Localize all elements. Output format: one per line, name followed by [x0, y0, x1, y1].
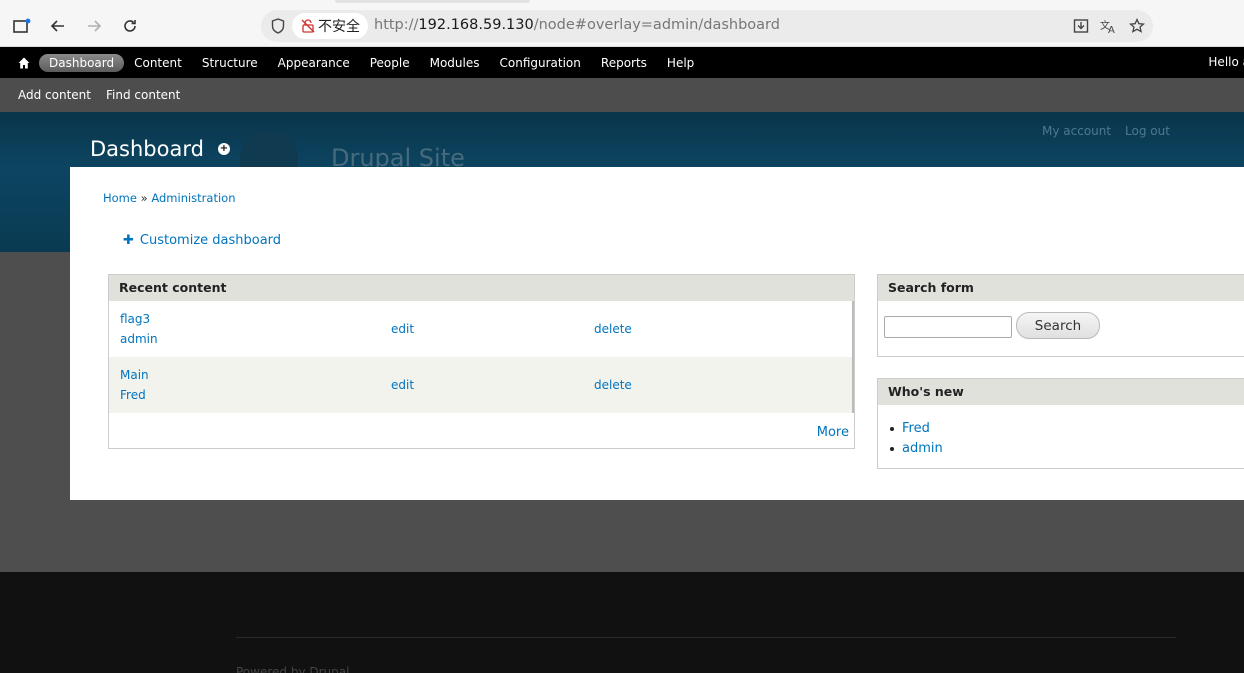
customize-dashboard-link[interactable]: ✚ Customize dashboard — [123, 233, 281, 248]
reload-icon[interactable] — [117, 13, 143, 39]
search-button[interactable]: Search — [1016, 312, 1100, 339]
toolbar-item-people[interactable]: People — [360, 54, 420, 72]
install-app-icon[interactable] — [1071, 16, 1091, 36]
site-footer: Powered by Drupal — [0, 572, 1244, 673]
toolbar-item-structure[interactable]: Structure — [192, 54, 268, 72]
bullet-icon — [890, 447, 894, 451]
toolbar-item-content[interactable]: Content — [124, 54, 192, 72]
toolbar-item-reports[interactable]: Reports — [591, 54, 657, 72]
delete-link[interactable]: delete — [594, 322, 632, 336]
search-input[interactable] — [884, 316, 1012, 338]
shortcut-find-content[interactable]: Find content — [106, 88, 180, 102]
content-author-link[interactable]: Fred — [120, 388, 146, 402]
search-form-block: Search form Search — [877, 274, 1244, 357]
breadcrumb-administration[interactable]: Administration — [151, 191, 235, 205]
user-list: Fred admin — [878, 405, 1244, 459]
url-host: 192.168.59.130 — [418, 17, 534, 33]
back-arrow-icon[interactable] — [45, 13, 71, 39]
svg-text:A: A — [1108, 25, 1115, 34]
powered-by: Powered by Drupal — [236, 665, 350, 673]
insecure-label: 不安全 — [318, 19, 360, 35]
content-title-link[interactable]: Main — [120, 368, 149, 382]
user-greeting[interactable]: Hello a — [1208, 55, 1244, 69]
tab-strip-edge — [335, 0, 530, 3]
edit-link[interactable]: edit — [391, 322, 414, 336]
plus-icon: ✚ — [123, 233, 134, 248]
admin-toolbar: Dashboard Content Structure Appearance P… — [0, 47, 1244, 78]
forward-arrow-icon[interactable] — [81, 13, 107, 39]
content-title-link[interactable]: flag3 — [120, 312, 150, 326]
my-account-link[interactable]: My account — [1042, 124, 1111, 138]
search-form-heading: Search form — [878, 275, 1244, 301]
edit-link[interactable]: edit — [391, 378, 414, 392]
customize-dashboard-label: Customize dashboard — [139, 233, 282, 248]
bookmark-star-icon[interactable] — [1127, 16, 1147, 36]
toolbar-item-configuration[interactable]: Configuration — [490, 54, 591, 72]
address-bar[interactable]: 不安全 http://192.168.59.130/node#overlay=a… — [261, 10, 1153, 42]
logout-link[interactable]: Log out — [1125, 124, 1170, 138]
table-row: Main Fred edit delete — [109, 357, 854, 413]
home-icon[interactable] — [14, 53, 34, 73]
bullet-icon — [890, 427, 894, 431]
list-item: Fred — [890, 419, 1244, 439]
add-shortcut-icon[interactable]: + — [217, 143, 230, 155]
url-text[interactable]: http://192.168.59.130/node#overlay=admin… — [374, 17, 780, 33]
breadcrumb-home[interactable]: Home — [103, 191, 137, 205]
url-scheme: http:// — [374, 17, 419, 33]
delete-link[interactable]: delete — [594, 378, 632, 392]
insecure-badge[interactable]: 不安全 — [292, 13, 368, 39]
recent-content-heading: Recent content — [109, 275, 854, 301]
browser-chrome: 不安全 http://192.168.59.130/node#overlay=a… — [0, 0, 1244, 47]
whos-new-block: Who's new Fred admin — [877, 378, 1244, 469]
toolbar-item-appearance[interactable]: Appearance — [268, 54, 360, 72]
overlay-content: Home » Administration ✚ Customize dashbo… — [70, 167, 1244, 500]
more-link[interactable]: More — [817, 425, 849, 440]
footer-divider — [236, 637, 1176, 638]
shortcut-bar: Add content Find content — [0, 78, 1244, 112]
tracking-shield-icon[interactable] — [269, 17, 287, 35]
recent-content-block: Recent content flag3 admin edit delete M… — [108, 274, 855, 449]
url-path: /node#overlay=admin/dashboard — [533, 17, 780, 33]
tab-view-icon[interactable] — [9, 13, 35, 39]
table-row: flag3 admin edit delete — [109, 301, 854, 357]
content-author-link[interactable]: admin — [120, 332, 158, 346]
breadcrumb-separator: » — [140, 191, 148, 205]
whos-new-heading: Who's new — [878, 379, 1244, 405]
toolbar-item-dashboard[interactable]: Dashboard — [39, 53, 125, 72]
shortcut-add-content[interactable]: Add content — [18, 88, 91, 102]
translate-icon[interactable]: 文A — [1099, 16, 1119, 36]
list-item: admin — [890, 439, 1244, 459]
drupal-logo-icon — [240, 130, 298, 170]
broken-lock-icon — [301, 19, 315, 33]
breadcrumb: Home » Administration — [103, 191, 235, 205]
toolbar-item-help[interactable]: Help — [657, 54, 704, 72]
toolbar-item-modules[interactable]: Modules — [420, 54, 490, 72]
page-title: Dashboard — [90, 137, 204, 161]
overlay-title-bar: Dashboard + — [90, 137, 230, 161]
user-link[interactable]: admin — [902, 439, 943, 459]
user-link[interactable]: Fred — [902, 419, 930, 439]
scrollbar[interactable] — [852, 301, 854, 413]
